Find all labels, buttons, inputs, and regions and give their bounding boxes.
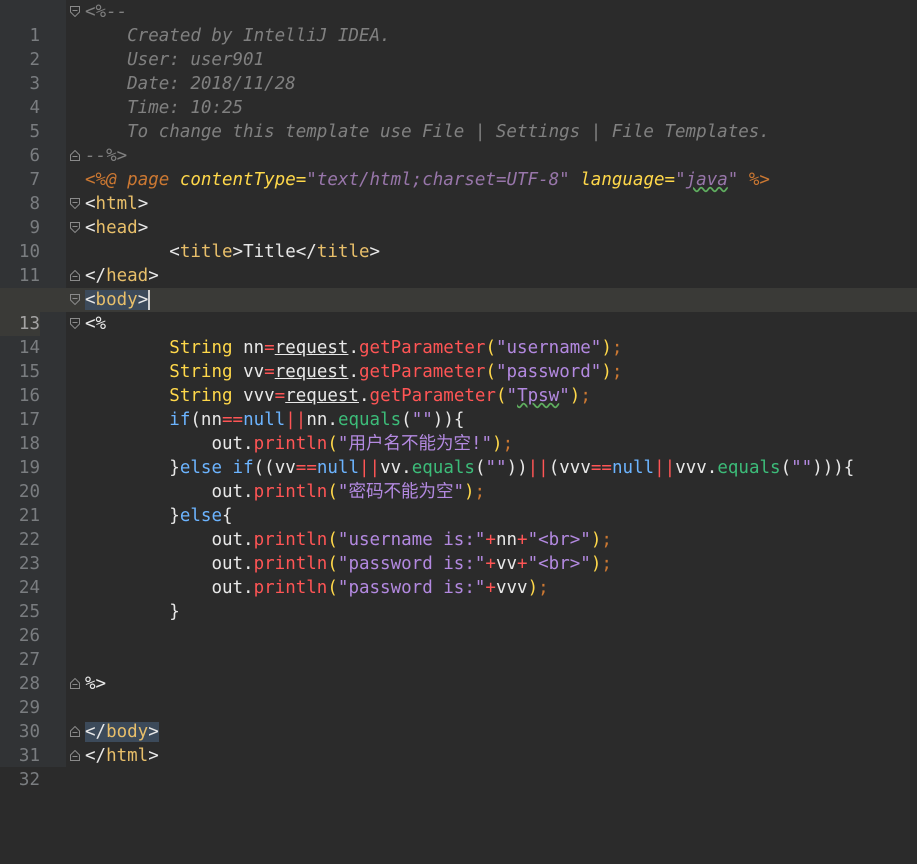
code-line-8[interactable]: 8 <%@ page contentType="text/html;charse… (0, 168, 917, 214)
title-element: <title>Title</title> (169, 242, 381, 262)
fold-collapse-icon[interactable] (70, 198, 80, 209)
code-line-12[interactable]: 12 </head> (0, 264, 917, 310)
fold-collapse-icon[interactable] (70, 294, 80, 305)
code-line-3[interactable]: 3 User: user901 (0, 48, 917, 94)
head-open-tag: <head> (85, 218, 149, 238)
code-line-23[interactable]: 23 out.println("username is:"+nn+"<br>")… (0, 528, 917, 574)
code-lines[interactable]: 1 <%-- 2 Created by IntelliJ IDEA. 3 Use… (0, 0, 917, 790)
comment-text: User: user901 (85, 50, 265, 70)
code-line-11[interactable]: 11 <title>Title</title> (0, 240, 917, 286)
code-line-6[interactable]: 6 To change this template use File | Set… (0, 120, 917, 166)
code-line-16[interactable]: 16 String vv=request.getParameter("passw… (0, 360, 917, 406)
body-close-tag: </body> (85, 722, 159, 742)
code-line-22[interactable]: 22 }else{ (0, 504, 917, 550)
fold-end-icon[interactable] (70, 750, 80, 761)
code-line-31[interactable]: 31 </body> (0, 720, 917, 766)
code-line-17[interactable]: 17 String vvv=request.getParameter("Tpsw… (0, 384, 917, 430)
body-open-tag: <body> (85, 290, 151, 310)
closing-brace: } (169, 602, 180, 622)
code-line-30[interactable]: 30 (0, 696, 917, 742)
code-line-24[interactable]: 24 out.println("password is:"+vv+"<br>")… (0, 552, 917, 598)
fold-end-icon[interactable] (70, 150, 80, 161)
code-editor[interactable]: 1 <%-- 2 Created by IntelliJ IDEA. 3 Use… (0, 0, 917, 790)
code-line-7[interactable]: 7 --%> (0, 144, 917, 190)
fold-collapse-icon[interactable] (70, 318, 80, 329)
code-line-27[interactable]: 27 (0, 624, 917, 670)
comment-text: Date: 2018/11/28 (85, 74, 296, 94)
code-line-2[interactable]: 2 Created by IntelliJ IDEA. (0, 24, 917, 70)
println-statement: out.println("密码不能为空"); (211, 482, 486, 502)
code-line-4[interactable]: 4 Date: 2018/11/28 (0, 72, 917, 118)
code-line-18[interactable]: 18 if(nn==null||nn.equals("")){ (0, 408, 917, 454)
comment-text: Created by IntelliJ IDEA. (85, 26, 391, 46)
jsp-page-directive: <%@ page contentType="text/html;charset=… (85, 170, 770, 190)
code-line-15[interactable]: 15 String nn=request.getParameter("usern… (0, 336, 917, 382)
html-close-tag: </html> (85, 746, 159, 766)
line-number: 32 (18, 770, 40, 790)
if-statement: if(nn==null||nn.equals("")){ (169, 410, 465, 430)
html-open-tag: <html> (85, 194, 149, 214)
code-line-14[interactable]: 14 <% (0, 312, 917, 358)
code-line-20[interactable]: 20 }else if((vv==null||vv.equals(""))||(… (0, 456, 917, 502)
code-line-29[interactable]: 29 %> (0, 672, 917, 718)
statement-nn-assign: String nn=request.getParameter("username… (169, 338, 623, 358)
code-line-32[interactable]: 32 </html> (0, 744, 917, 790)
code-line-19[interactable]: 19 out.println("用户名不能为空!"); (0, 432, 917, 478)
fold-collapse-icon[interactable] (70, 6, 80, 17)
comment-text: To change this template use File | Setti… (85, 122, 770, 142)
fold-collapse-icon[interactable] (70, 222, 80, 233)
code-line-26[interactable]: 26 } (0, 600, 917, 646)
jsp-comment-open: <%-- (85, 2, 128, 22)
scriptlet-close: %> (85, 674, 107, 694)
else-statement: }else{ (169, 506, 233, 526)
comment-text: Time: 10:25 (85, 98, 244, 118)
text-caret (148, 290, 151, 310)
fold-end-icon[interactable] (70, 270, 80, 281)
code-line-28[interactable]: 28 (0, 648, 917, 694)
else-if-statement: }else if((vv==null||vv.equals(""))||(vvv… (169, 458, 855, 478)
jsp-comment-close: --%> (85, 146, 128, 166)
head-close-tag: </head> (85, 266, 159, 286)
code-line-5[interactable]: 5 Time: 10:25 (0, 96, 917, 142)
println-statement: out.println("password is:"+vvv); (211, 578, 549, 598)
statement-vvv-assign: String vvv=request.getParameter("Tpsw"); (169, 386, 591, 406)
println-statement: out.println("用户名不能为空!"); (211, 434, 514, 454)
code-line-9[interactable]: 9 <html> (0, 192, 917, 238)
fold-end-icon[interactable] (70, 726, 80, 737)
code-line-1[interactable]: 1 <%-- (0, 0, 917, 46)
statement-vv-assign: String vv=request.getParameter("password… (169, 362, 623, 382)
code-line-25[interactable]: 25 out.println("password is:"+vvv); (0, 576, 917, 622)
scriptlet-open: <% (85, 314, 107, 334)
code-line-13-current[interactable]: 13 <body> (0, 288, 917, 336)
fold-end-icon[interactable] (70, 678, 80, 689)
println-statement: out.println("password is:"+vv+"<br>"); (211, 554, 612, 574)
code-line-21[interactable]: 21 out.println("密码不能为空"); (0, 480, 917, 526)
code-line-10[interactable]: 10 <head> (0, 216, 917, 262)
println-statement: out.println("username is:"+nn+"<br>"); (211, 530, 612, 550)
